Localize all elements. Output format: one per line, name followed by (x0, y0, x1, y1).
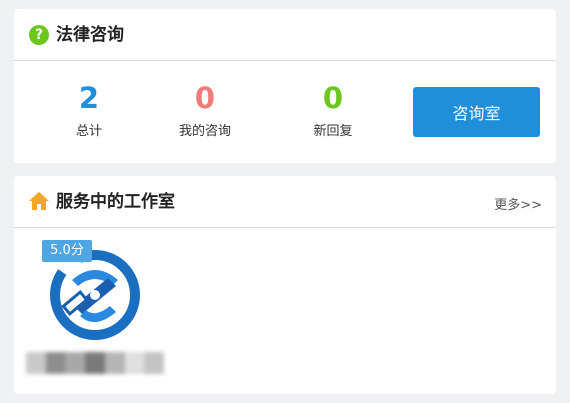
legal-consult-card: ? 法律咨询 2 总计 0 我的咨询 0 新回复 咨询室 (14, 9, 556, 163)
stat-total[interactable]: 2 总计 (29, 81, 149, 141)
stat-total-value: 2 (78, 81, 100, 115)
score-badge: 5.0分 (42, 240, 92, 262)
stat-my-consults-value: 0 (194, 81, 216, 115)
studios-title: 服务中的工作室 (56, 192, 175, 212)
stat-new-replies[interactable]: 0 新回复 (273, 81, 393, 141)
question-icon: ? (29, 25, 49, 45)
legal-consult-header: ? 法律咨询 (14, 9, 556, 61)
studio-item[interactable]: 5.0分 (26, 238, 166, 388)
studios-header: 服务中的工作室 更多>> (14, 176, 556, 228)
stat-my-consults[interactable]: 0 我的咨询 (145, 81, 265, 141)
home-icon (29, 192, 49, 210)
studios-card: 服务中的工作室 更多>> 5.0分 (14, 176, 556, 394)
studio-name-blurred (26, 352, 165, 374)
stat-new-replies-label: 新回复 (313, 124, 353, 139)
law-firm-logo-icon (50, 250, 140, 340)
more-link[interactable]: 更多>> (494, 194, 542, 213)
stat-new-replies-value: 0 (322, 81, 344, 115)
legal-consult-title: 法律咨询 (56, 25, 124, 45)
consult-room-button[interactable]: 咨询室 (413, 87, 540, 137)
stat-my-consults-label: 我的咨询 (178, 124, 231, 139)
stat-total-label: 总计 (75, 124, 102, 139)
